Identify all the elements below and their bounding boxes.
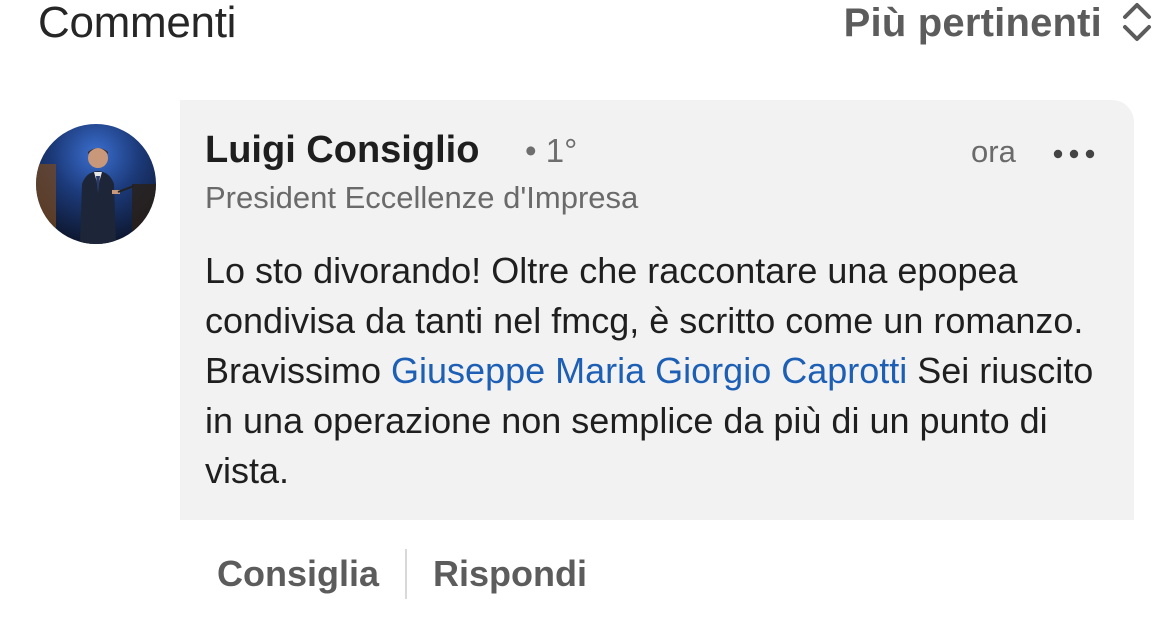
connection-degree: • 1° [525, 132, 578, 169]
mention-link[interactable]: Giuseppe Maria Giorgio Caprotti [391, 350, 907, 391]
comments-heading: Commenti [38, 0, 237, 47]
action-divider [405, 549, 408, 599]
chevron-up-down-icon [1120, 0, 1154, 47]
avatar[interactable] [36, 124, 156, 244]
ellipsis-icon[interactable] [1052, 140, 1096, 168]
sort-dropdown[interactable]: Più pertinenti [843, 0, 1151, 49]
author-headline: President Eccellenze d'Impresa [205, 180, 639, 215]
timestamp: ora [971, 134, 1016, 169]
reply-button[interactable]: Rispondi [433, 548, 587, 600]
comment-actions: Consiglia Rispondi [217, 548, 587, 600]
like-button[interactable]: Consiglia [217, 548, 379, 600]
comment-text: Lo sto divorando! Oltre che raccontare u… [205, 246, 1110, 496]
sort-label: Più pertinenti [843, 1, 1102, 45]
author-name[interactable]: Luigi Consiglio [205, 126, 479, 174]
comment-bubble: Luigi Consiglio • 1° President Eccellenz… [180, 100, 1134, 520]
